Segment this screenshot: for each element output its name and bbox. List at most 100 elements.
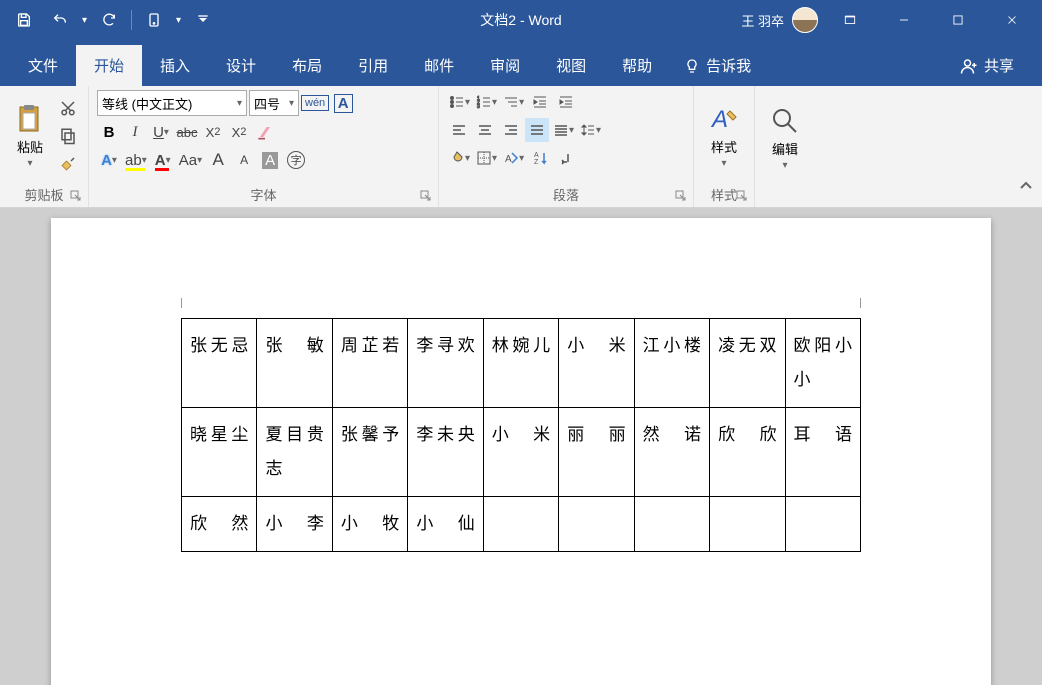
table-cell[interactable] — [710, 497, 785, 552]
save-button[interactable] — [10, 6, 38, 34]
collapse-ribbon-button[interactable] — [1018, 178, 1034, 199]
table-cell[interactable] — [785, 497, 861, 552]
enclose-char-button[interactable]: 字 — [284, 148, 308, 172]
strikethrough-button[interactable]: abc — [175, 120, 199, 144]
table-cell[interactable] — [634, 497, 709, 552]
document-canvas[interactable]: 张无忌张敏周芷若李寻欢林婉儿小米江小楼凌无双欧阳小小晓星尘夏目贵志张馨予李未央小… — [0, 208, 1042, 685]
align-center-button[interactable] — [473, 118, 497, 142]
undo-button[interactable] — [46, 6, 74, 34]
table-cell[interactable]: 晓星尘 — [182, 408, 257, 497]
table-cell[interactable] — [483, 497, 558, 552]
font-size-select[interactable]: 四号▾ — [249, 90, 299, 116]
table-cell[interactable]: 欧阳小小 — [785, 319, 861, 408]
tab-review[interactable]: 审阅 — [472, 45, 538, 86]
edit-dropdown[interactable]: ▾ — [782, 160, 787, 171]
font-name-select[interactable]: 等线 (中文正文)▾ — [97, 90, 247, 116]
table-cell[interactable]: 耳语 — [785, 408, 861, 497]
tab-home[interactable]: 开始 — [76, 45, 142, 86]
tab-view[interactable]: 视图 — [538, 45, 604, 86]
table-cell[interactable]: 欣然 — [182, 497, 257, 552]
table-cell[interactable]: 丽丽 — [559, 408, 634, 497]
grow-font-button[interactable]: A — [206, 148, 230, 172]
copy-button[interactable] — [56, 124, 80, 148]
touch-dropdown[interactable]: ▾ — [176, 15, 181, 26]
touch-mode-button[interactable] — [140, 6, 168, 34]
tab-file[interactable]: 文件 — [10, 45, 76, 86]
tab-mail[interactable]: 邮件 — [406, 45, 472, 86]
table-cell[interactable]: 夏目贵志 — [257, 408, 332, 497]
decrease-indent-button[interactable] — [528, 90, 552, 114]
edit-button[interactable]: 编辑 ▾ — [763, 90, 807, 186]
redo-button[interactable] — [95, 6, 123, 34]
bullets-button[interactable]: ▾ — [447, 90, 472, 114]
highlight-button[interactable]: ab▾ — [123, 148, 149, 172]
superscript-button[interactable]: X2 — [227, 120, 251, 144]
clipboard-launcher[interactable] — [70, 189, 84, 203]
phonetic-guide-button[interactable]: wén — [301, 91, 329, 115]
shrink-font-button[interactable]: A — [232, 148, 256, 172]
table-cell[interactable]: 张无忌 — [182, 319, 257, 408]
para-launcher[interactable] — [675, 189, 689, 203]
bold-button[interactable]: B — [97, 120, 121, 144]
share-button[interactable]: 共享 — [942, 45, 1032, 86]
table-cell[interactable]: 江小楼 — [634, 319, 709, 408]
tab-design[interactable]: 设计 — [208, 45, 274, 86]
paste-dropdown[interactable]: ▾ — [27, 158, 32, 169]
user-account[interactable]: 王 羽卒 — [741, 7, 818, 33]
table-cell[interactable]: 凌无双 — [710, 319, 785, 408]
numbering-button[interactable]: 123▾ — [474, 90, 499, 114]
table-cell[interactable]: 李寻欢 — [408, 319, 483, 408]
styles-launcher[interactable] — [736, 189, 750, 203]
table-cell[interactable]: 林婉儿 — [483, 319, 558, 408]
table-cell[interactable]: 张馨予 — [332, 408, 407, 497]
sort-button[interactable]: AZ — [528, 146, 552, 170]
borders-button[interactable]: ▾ — [474, 146, 499, 170]
close-button[interactable] — [990, 4, 1034, 36]
align-left-button[interactable] — [447, 118, 471, 142]
distributed-button[interactable]: ▾ — [551, 118, 576, 142]
paste-button[interactable]: 粘贴 ▾ — [8, 90, 52, 182]
format-painter-button[interactable] — [56, 152, 80, 176]
clear-formatting-button[interactable] — [253, 120, 277, 144]
shading-button[interactable]: ▾ — [447, 146, 472, 170]
multilevel-list-button[interactable]: ▾ — [501, 90, 526, 114]
maximize-button[interactable] — [936, 4, 980, 36]
subscript-button[interactable]: X2 — [201, 120, 225, 144]
table-cell[interactable]: 欣欣 — [710, 408, 785, 497]
table-cell[interactable]: 小李 — [257, 497, 332, 552]
text-effects-button[interactable]: A▾ — [97, 148, 121, 172]
table-cell[interactable]: 张敏 — [257, 319, 332, 408]
table-cell[interactable]: 小仙 — [408, 497, 483, 552]
align-justify-button[interactable] — [525, 118, 549, 142]
italic-button[interactable]: I — [123, 120, 147, 144]
char-border-button[interactable]: A — [331, 91, 355, 115]
table-cell[interactable]: 李未央 — [408, 408, 483, 497]
tab-references[interactable]: 引用 — [340, 45, 406, 86]
line-spacing-button[interactable]: ▾ — [578, 118, 603, 142]
table-cell[interactable]: 然诺 — [634, 408, 709, 497]
underline-button[interactable]: U▾ — [149, 120, 173, 144]
asian-layout-button[interactable]: A▾ — [501, 146, 526, 170]
table-cell[interactable]: 周芷若 — [332, 319, 407, 408]
table-cell[interactable]: 小米 — [559, 319, 634, 408]
tell-me-button[interactable]: 告诉我 — [670, 45, 765, 86]
table-cell[interactable]: 小米 — [483, 408, 558, 497]
char-shading-button[interactable]: A — [258, 148, 282, 172]
table-cell[interactable] — [559, 497, 634, 552]
show-marks-button[interactable] — [554, 146, 578, 170]
qat-customize-button[interactable] — [189, 6, 217, 34]
tab-insert[interactable]: 插入 — [142, 45, 208, 86]
change-case-button[interactable]: Aa▾ — [177, 148, 204, 172]
font-launcher[interactable] — [420, 189, 434, 203]
font-color-button[interactable]: A▾ — [151, 148, 175, 172]
tab-help[interactable]: 帮助 — [604, 45, 670, 86]
align-right-button[interactable] — [499, 118, 523, 142]
styles-button[interactable]: A 样式 ▾ — [702, 90, 746, 182]
minimize-button[interactable] — [882, 4, 926, 36]
increase-indent-button[interactable] — [554, 90, 578, 114]
ribbon-display-button[interactable] — [828, 4, 872, 36]
table-cell[interactable]: 小牧 — [332, 497, 407, 552]
tab-layout[interactable]: 布局 — [274, 45, 340, 86]
undo-dropdown[interactable]: ▾ — [82, 15, 87, 26]
styles-dropdown[interactable]: ▾ — [721, 158, 726, 169]
